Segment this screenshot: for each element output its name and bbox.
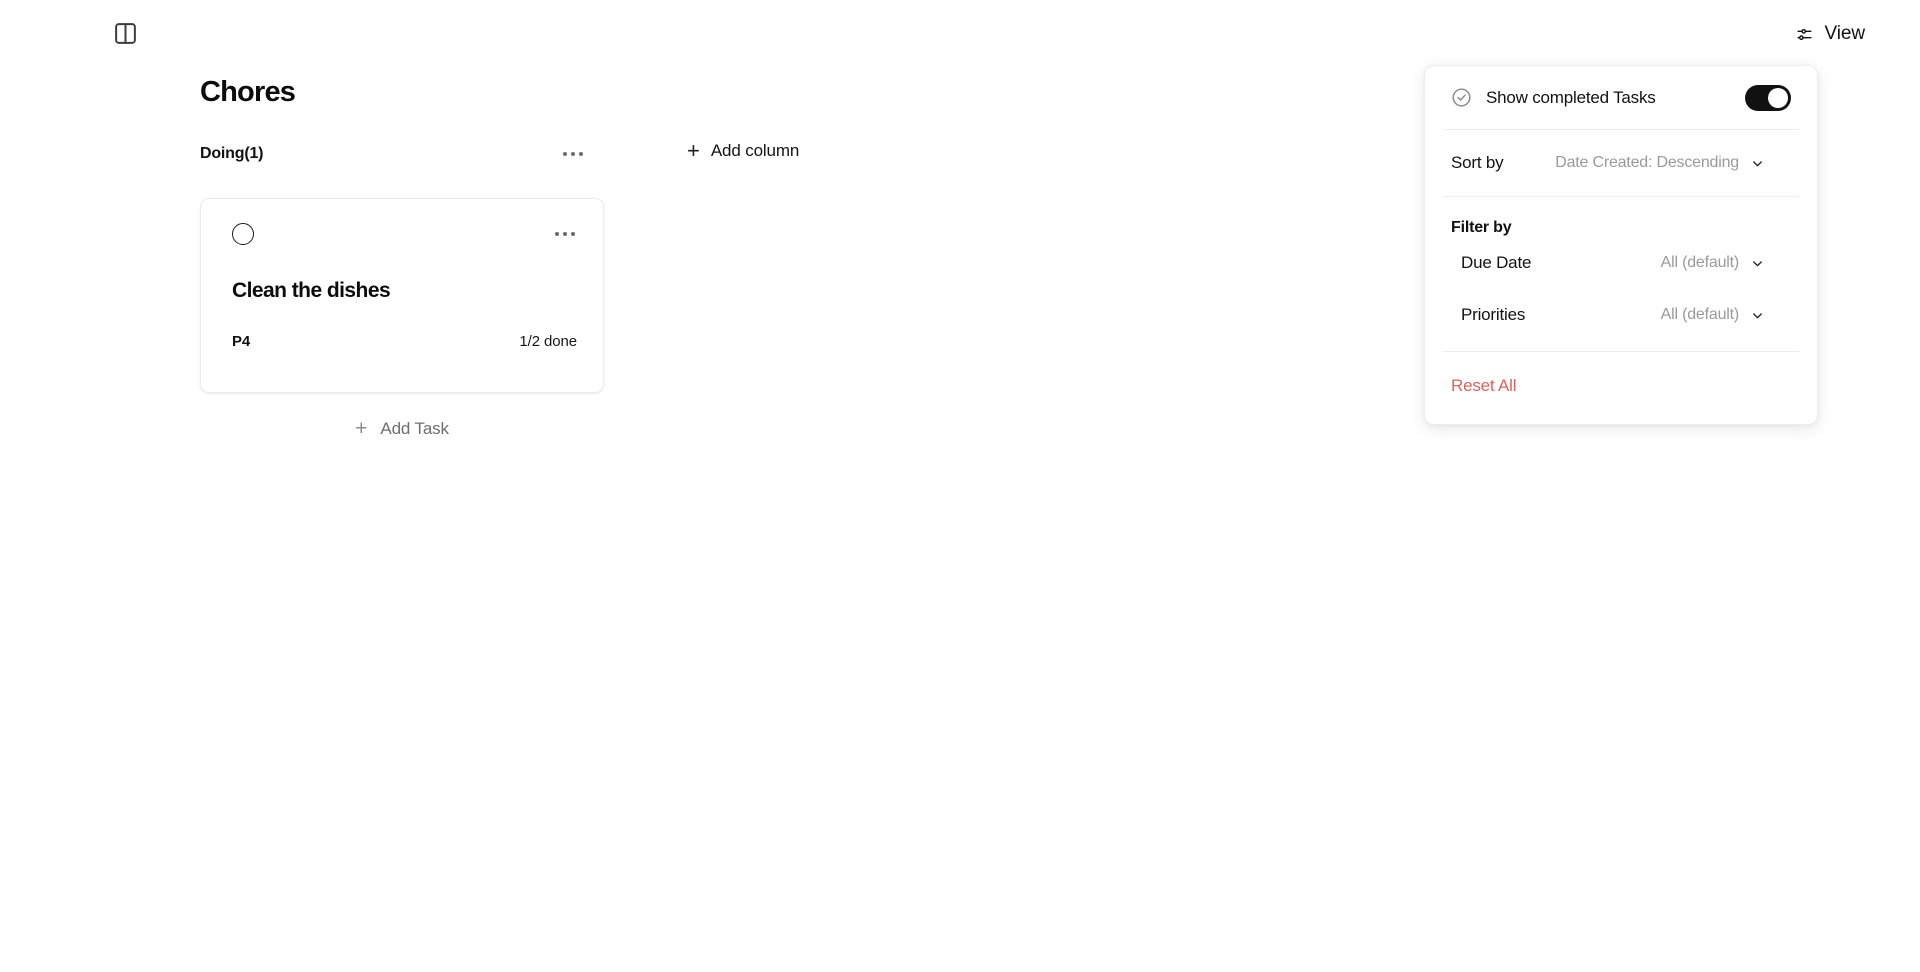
add-task-label: Add Task: [380, 418, 449, 438]
column-title: Doing(1): [200, 145, 264, 162]
sort-by-row: Sort by Date Created: Descending: [1425, 130, 1817, 196]
sort-by-value: Date Created: Descending: [1555, 154, 1739, 171]
toggle-knob: [1768, 87, 1788, 108]
app-root: View Chores Doing(1) + Add column Clean …: [0, 0, 1920, 972]
plus-icon: +: [687, 138, 700, 163]
task-card-meta: P4 1/2 done: [232, 333, 577, 350]
sliders-horizontal-icon: [1795, 25, 1814, 44]
board-columns-header: Doing(1) + Add column: [200, 140, 1300, 166]
filter-priorities-value: All (default): [1660, 306, 1740, 323]
filter-due-date-select[interactable]: All (default): [1661, 254, 1791, 272]
add-column-button[interactable]: + Add column: [687, 140, 799, 162]
column-menu-ellipsis-icon[interactable]: [559, 146, 588, 163]
circle-unchecked-icon[interactable]: [232, 223, 254, 245]
task-card[interactable]: Clean the dishes P4 1/2 done: [200, 198, 604, 393]
reset-all-button[interactable]: Reset All: [1425, 352, 1542, 396]
view-button-label: View: [1824, 23, 1866, 44]
view-options-panel: Show completed Tasks Sort by Date Create…: [1424, 65, 1818, 425]
chevron-down-icon: [1750, 308, 1765, 323]
task-menu-ellipsis-icon[interactable]: [549, 224, 582, 245]
sort-by-label: Sort by: [1451, 153, 1504, 172]
show-completed-row: Show completed Tasks: [1425, 66, 1817, 129]
task-card-top-row: [201, 199, 603, 269]
filter-due-date-label: Due Date: [1461, 253, 1532, 272]
page-title: Chores: [200, 76, 296, 108]
top-bar: View: [0, 0, 1920, 68]
panel-left-icon[interactable]: [113, 21, 138, 46]
filter-row-due-date: Due Date All (default): [1425, 237, 1817, 289]
show-completed-toggle[interactable]: [1745, 84, 1791, 111]
check-circle-icon: [1451, 87, 1472, 108]
chevron-down-icon: [1750, 256, 1765, 271]
filter-priorities-label: Priorities: [1461, 305, 1526, 324]
task-title: Clean the dishes: [232, 279, 391, 302]
filter-due-date-value: All (default): [1660, 254, 1740, 271]
add-task-button[interactable]: + Add Task: [200, 418, 604, 439]
show-completed-label: Show completed Tasks: [1486, 87, 1656, 107]
filter-row-priorities: Priorities All (default): [1425, 289, 1817, 341]
task-priority-badge: P4: [232, 333, 251, 350]
column-header-doing: Doing(1): [200, 142, 605, 166]
chevron-down-icon: [1750, 156, 1765, 171]
sort-by-select[interactable]: Date Created: Descending: [1555, 154, 1791, 172]
filter-by-heading: Filter by: [1451, 219, 1512, 236]
add-column-label: Add column: [710, 141, 800, 160]
filter-priorities-select[interactable]: All (default): [1661, 306, 1791, 324]
task-progress-text: 1/2 done: [519, 333, 577, 350]
view-button[interactable]: View: [1795, 20, 1865, 48]
plus-icon: +: [355, 417, 368, 440]
